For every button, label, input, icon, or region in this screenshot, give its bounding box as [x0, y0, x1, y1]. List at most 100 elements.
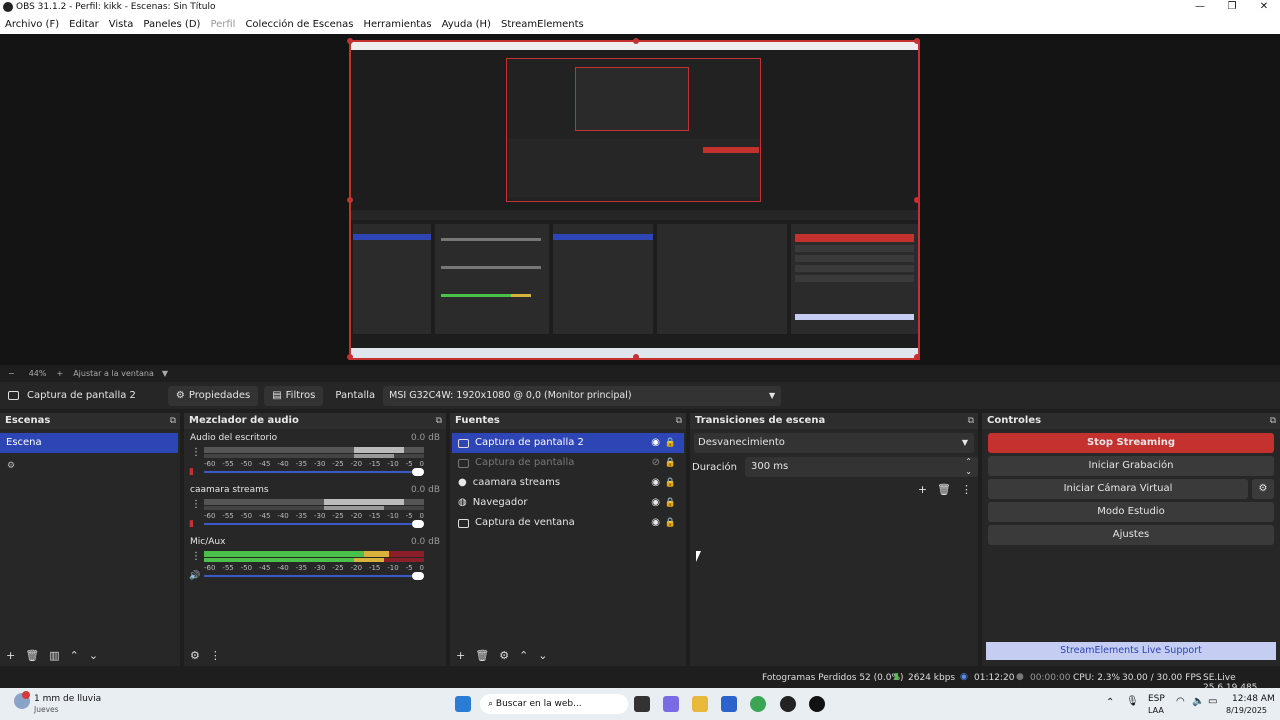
display-select[interactable]: MSI G32C4W: 1920x1080 @ 0,0 (Monitor pri… [383, 385, 782, 406]
more-icon[interactable]: ⋮ [191, 447, 201, 458]
store-icon[interactable] [721, 696, 737, 712]
volume-icon[interactable]: 🔈 [1192, 696, 1204, 707]
source-item[interactable]: Captura de pantalla 2 ◉ 🔒 [452, 433, 684, 453]
gear-icon[interactable]: ⚙ [499, 649, 509, 662]
transition-select[interactable]: Desvanecimiento ▼ [694, 433, 974, 453]
menu-file[interactable]: Archivo (F) [0, 19, 64, 30]
zoom-dropdown-icon[interactable]: ▼ [162, 369, 168, 378]
duration-input[interactable]: 300 ms [745, 457, 978, 477]
filters-button[interactable]: ▤ Filtros [264, 385, 324, 406]
lock-icon[interactable]: 🔒 [665, 513, 676, 533]
menu-help[interactable]: Ayuda (H) [437, 19, 496, 30]
minimize-icon[interactable]: — [1184, 0, 1216, 14]
weather-text[interactable]: 1 mm de lluvia [34, 694, 101, 704]
muted-speaker-icon[interactable]: ▮ [189, 519, 194, 529]
zoom-out-button[interactable]: − [8, 369, 15, 378]
gear-icon: ⚙ [175, 390, 185, 401]
scene-item[interactable]: Escena [0, 433, 178, 453]
arrow-up-icon[interactable]: ⌃ [70, 649, 79, 662]
arrow-down-icon[interactable]: ⌄ [538, 649, 547, 662]
filter-icon[interactable]: ▥ [49, 649, 59, 662]
trash-icon[interactable]: 🗑 [25, 649, 39, 662]
more-icon[interactable]: ⋮ [191, 551, 201, 562]
clock-time[interactable]: 12:48 AM [1232, 694, 1275, 704]
settings-button[interactable]: Ajustes [988, 525, 1274, 545]
lock-icon[interactable]: 🔒 [665, 493, 676, 513]
task-view-icon[interactable] [634, 696, 650, 712]
properties-button[interactable]: ⚙ Propiedades [167, 385, 259, 406]
virtual-camera-button[interactable]: Iniciar Cámara Virtual [988, 479, 1248, 499]
mixer-settings-icon[interactable]: ⚙ [190, 649, 200, 662]
undock-icon[interactable]: ⧉ [676, 413, 682, 429]
source-item[interactable]: ◍ Navegador ◉ 🔒 [452, 493, 684, 513]
volume-slider[interactable] [204, 468, 424, 476]
scene-filter-icon[interactable]: ⚙ [7, 461, 180, 471]
add-icon[interactable]: + [918, 483, 927, 496]
volume-slider[interactable] [204, 520, 424, 528]
media-player-icon[interactable] [809, 696, 825, 712]
preview-canvas[interactable] [347, 38, 920, 360]
track-db: 0.0 dB [410, 485, 440, 495]
more-icon[interactable]: ⋮ [191, 499, 201, 510]
display-select-value: MSI G32C4W: 1920x1080 @ 0,0 (Monitor pri… [389, 389, 632, 401]
maximize-icon[interactable]: ❐ [1216, 0, 1248, 14]
more-icon[interactable]: ⋮ [961, 483, 972, 496]
add-icon[interactable]: + [6, 649, 15, 662]
copilot-icon[interactable] [663, 696, 679, 712]
menu-profile[interactable]: Perfil [205, 19, 240, 30]
eye-icon[interactable]: ◉ [651, 513, 660, 533]
eye-hidden-icon[interactable]: ⊘ [652, 453, 660, 473]
more-icon[interactable]: ⋮ [210, 649, 221, 662]
zoom-in-button[interactable]: + [56, 369, 63, 378]
arrow-down-icon[interactable]: ⌄ [89, 649, 98, 662]
trash-icon[interactable]: 🗑 [937, 483, 951, 496]
globe-icon: ◍ [458, 497, 467, 508]
arrow-up-icon[interactable]: ⌃ [519, 649, 528, 662]
studio-mode-button[interactable]: Modo Estudio [988, 502, 1274, 522]
eye-icon[interactable]: ◉ [651, 473, 660, 493]
support-button[interactable]: StreamElements Live Support [986, 642, 1276, 660]
virtual-camera-settings-icon[interactable]: ⚙ [1252, 479, 1274, 499]
muted-speaker-icon[interactable]: ▮ [189, 467, 194, 477]
language-indicator[interactable]: ESP [1148, 694, 1165, 704]
start-recording-button[interactable]: Iniciar Grabación [988, 456, 1274, 476]
add-icon[interactable]: + [456, 649, 465, 662]
trash-icon[interactable]: 🗑 [475, 649, 489, 662]
menu-docks[interactable]: Paneles (D) [138, 19, 205, 30]
speaker-icon[interactable]: 🔊 [189, 571, 200, 581]
zoom-fit[interactable]: Ajustar a la ventana [73, 369, 154, 378]
undock-icon[interactable]: ⧉ [436, 413, 442, 429]
menu-tools[interactable]: Herramientas [358, 19, 436, 30]
obs-taskbar-icon[interactable] [780, 696, 796, 712]
battery-icon[interactable]: ▭ [1208, 696, 1217, 707]
file-explorer-icon[interactable] [692, 696, 708, 712]
weather-sub: Jueves [34, 705, 59, 714]
chevron-up-icon[interactable]: ⌃ [1106, 697, 1114, 708]
source-item[interactable]: Captura de pantalla ⊘ 🔒 [452, 453, 684, 473]
close-icon[interactable]: ✕ [1248, 0, 1280, 14]
stop-streaming-button[interactable]: Stop Streaming [988, 433, 1274, 453]
transition-buttons: + 🗑 ⋮ [918, 483, 972, 496]
wifi-icon[interactable]: ◠ [1176, 696, 1185, 707]
undock-icon[interactable]: ⧉ [1270, 413, 1276, 429]
undock-icon[interactable]: ⧉ [968, 413, 974, 429]
menu-edit[interactable]: Editar [64, 19, 104, 30]
windows-start-icon[interactable] [455, 696, 471, 712]
volume-slider[interactable] [204, 572, 424, 580]
eye-icon[interactable]: ◉ [651, 433, 660, 453]
source-item[interactable]: Captura de ventana ◉ 🔒 [452, 513, 684, 533]
menu-scene-collection[interactable]: Colección de Escenas [240, 19, 358, 30]
menu-view[interactable]: Vista [104, 19, 139, 30]
controls-title: Controles ⧉ [982, 413, 1280, 429]
microphone-icon[interactable]: 🎙 [1126, 696, 1139, 707]
taskbar-search[interactable]: ⌕ Buscar en la web... [480, 694, 628, 714]
undock-icon[interactable]: ⧉ [170, 413, 176, 429]
menu-streamelements[interactable]: StreamElements [496, 19, 589, 30]
lock-icon[interactable]: 🔒 [665, 433, 676, 453]
stepper-icon[interactable]: ⌃ ⌄ [965, 457, 972, 477]
chrome-icon[interactable] [750, 696, 766, 712]
eye-icon[interactable]: ◉ [651, 493, 660, 513]
source-item[interactable]: ● caamara streams ◉ 🔒 [452, 473, 684, 493]
lock-icon[interactable]: 🔒 [665, 473, 676, 493]
lock-icon[interactable]: 🔒 [665, 453, 676, 473]
